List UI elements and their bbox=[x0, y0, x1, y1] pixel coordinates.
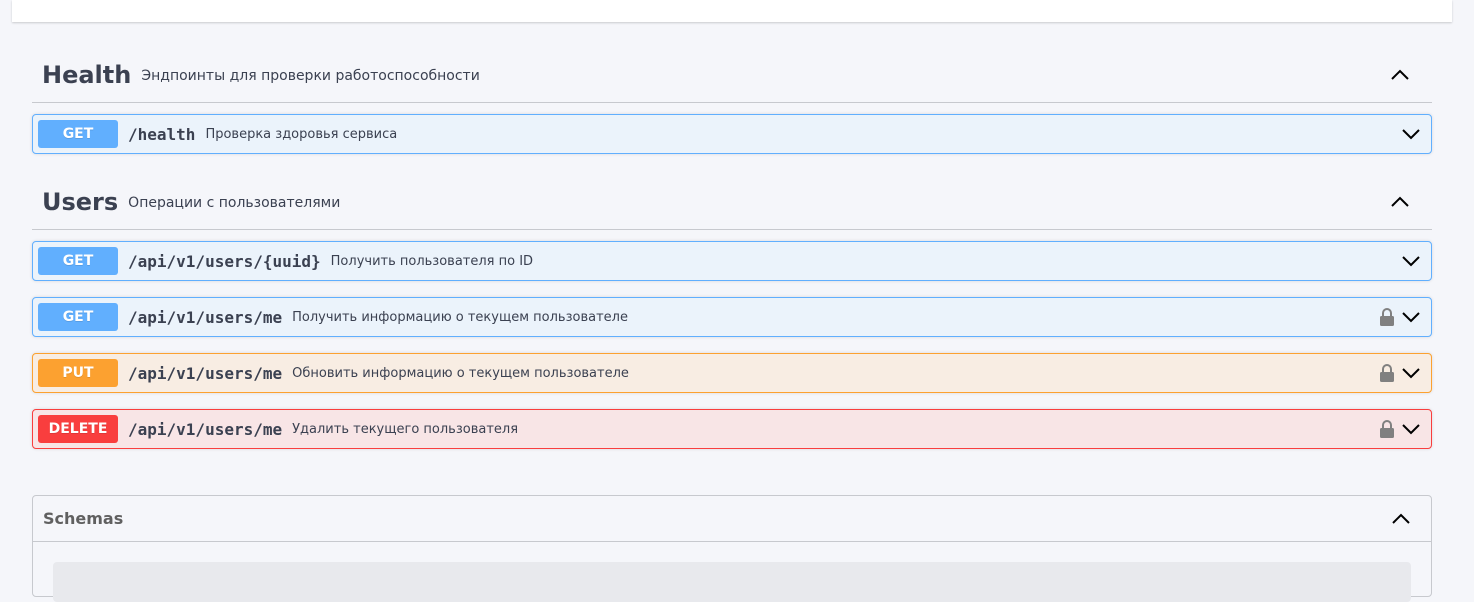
schema-model-container[interactable] bbox=[53, 562, 1411, 602]
chevron-down-icon[interactable] bbox=[1401, 308, 1421, 326]
tag-name: Health bbox=[42, 61, 132, 89]
lock-icon[interactable] bbox=[1379, 363, 1395, 383]
operation-summary: Проверка здоровья сервиса bbox=[205, 126, 398, 142]
schemas-title: Schemas bbox=[43, 509, 124, 528]
chevron-down-icon[interactable] bbox=[1401, 125, 1421, 143]
tag-name: Users bbox=[42, 188, 119, 216]
operation-delete-users-me[interactable]: DELETE /api/v1/users/me Удалить текущего… bbox=[32, 409, 1432, 449]
operation-path: /health bbox=[128, 124, 196, 144]
operation-get-users-me[interactable]: GET /api/v1/users/me Получить информацию… bbox=[32, 297, 1432, 337]
chevron-down-icon[interactable] bbox=[1401, 252, 1421, 270]
method-badge: GET bbox=[38, 247, 118, 275]
tag-header-health[interactable]: Health Эндпоинты для проверки работоспос… bbox=[32, 48, 1432, 103]
operation-summary: Удалить текущего пользователя bbox=[292, 421, 519, 437]
operation-path: /api/v1/users/{uuid} bbox=[128, 251, 321, 271]
operation-get-health[interactable]: GET /health Проверка здоровья сервиса bbox=[32, 114, 1432, 154]
tag-description: Эндпоинты для проверки работоспособности bbox=[141, 68, 480, 84]
tag-section-health: Health Эндпоинты для проверки работоспос… bbox=[32, 48, 1432, 103]
operation-summary: Получить информацию о текущем пользовате… bbox=[292, 309, 628, 325]
info-container bbox=[12, 0, 1452, 22]
operation-summary: Обновить информацию о текущем пользовате… bbox=[292, 365, 629, 381]
operation-path: /api/v1/users/me bbox=[128, 363, 283, 383]
tag-section-users: Users Операции с пользователями bbox=[32, 175, 1432, 230]
method-badge: GET bbox=[38, 120, 118, 148]
schemas-header[interactable]: Schemas bbox=[33, 496, 1431, 542]
chevron-down-icon[interactable] bbox=[1401, 364, 1421, 382]
operation-path: /api/v1/users/me bbox=[128, 419, 283, 439]
operation-put-users-me[interactable]: PUT /api/v1/users/me Обновить информацию… bbox=[32, 353, 1432, 393]
operation-get-user-by-uuid[interactable]: GET /api/v1/users/{uuid} Получить пользо… bbox=[32, 241, 1432, 281]
operation-path: /api/v1/users/me bbox=[128, 307, 283, 327]
tag-header-users[interactable]: Users Операции с пользователями bbox=[32, 175, 1432, 230]
lock-icon[interactable] bbox=[1379, 419, 1395, 439]
chevron-up-icon[interactable] bbox=[1390, 65, 1410, 85]
chevron-up-icon[interactable] bbox=[1391, 509, 1411, 529]
tag-description: Операции с пользователями bbox=[128, 195, 341, 211]
lock-icon[interactable] bbox=[1379, 307, 1395, 327]
method-badge: GET bbox=[38, 303, 118, 331]
operation-summary: Получить пользователя по ID bbox=[330, 253, 534, 269]
chevron-down-icon[interactable] bbox=[1401, 420, 1421, 438]
method-badge: PUT bbox=[38, 359, 118, 387]
chevron-up-icon[interactable] bbox=[1390, 192, 1410, 212]
method-badge: DELETE bbox=[38, 415, 118, 443]
schemas-section: Schemas bbox=[32, 495, 1432, 602]
